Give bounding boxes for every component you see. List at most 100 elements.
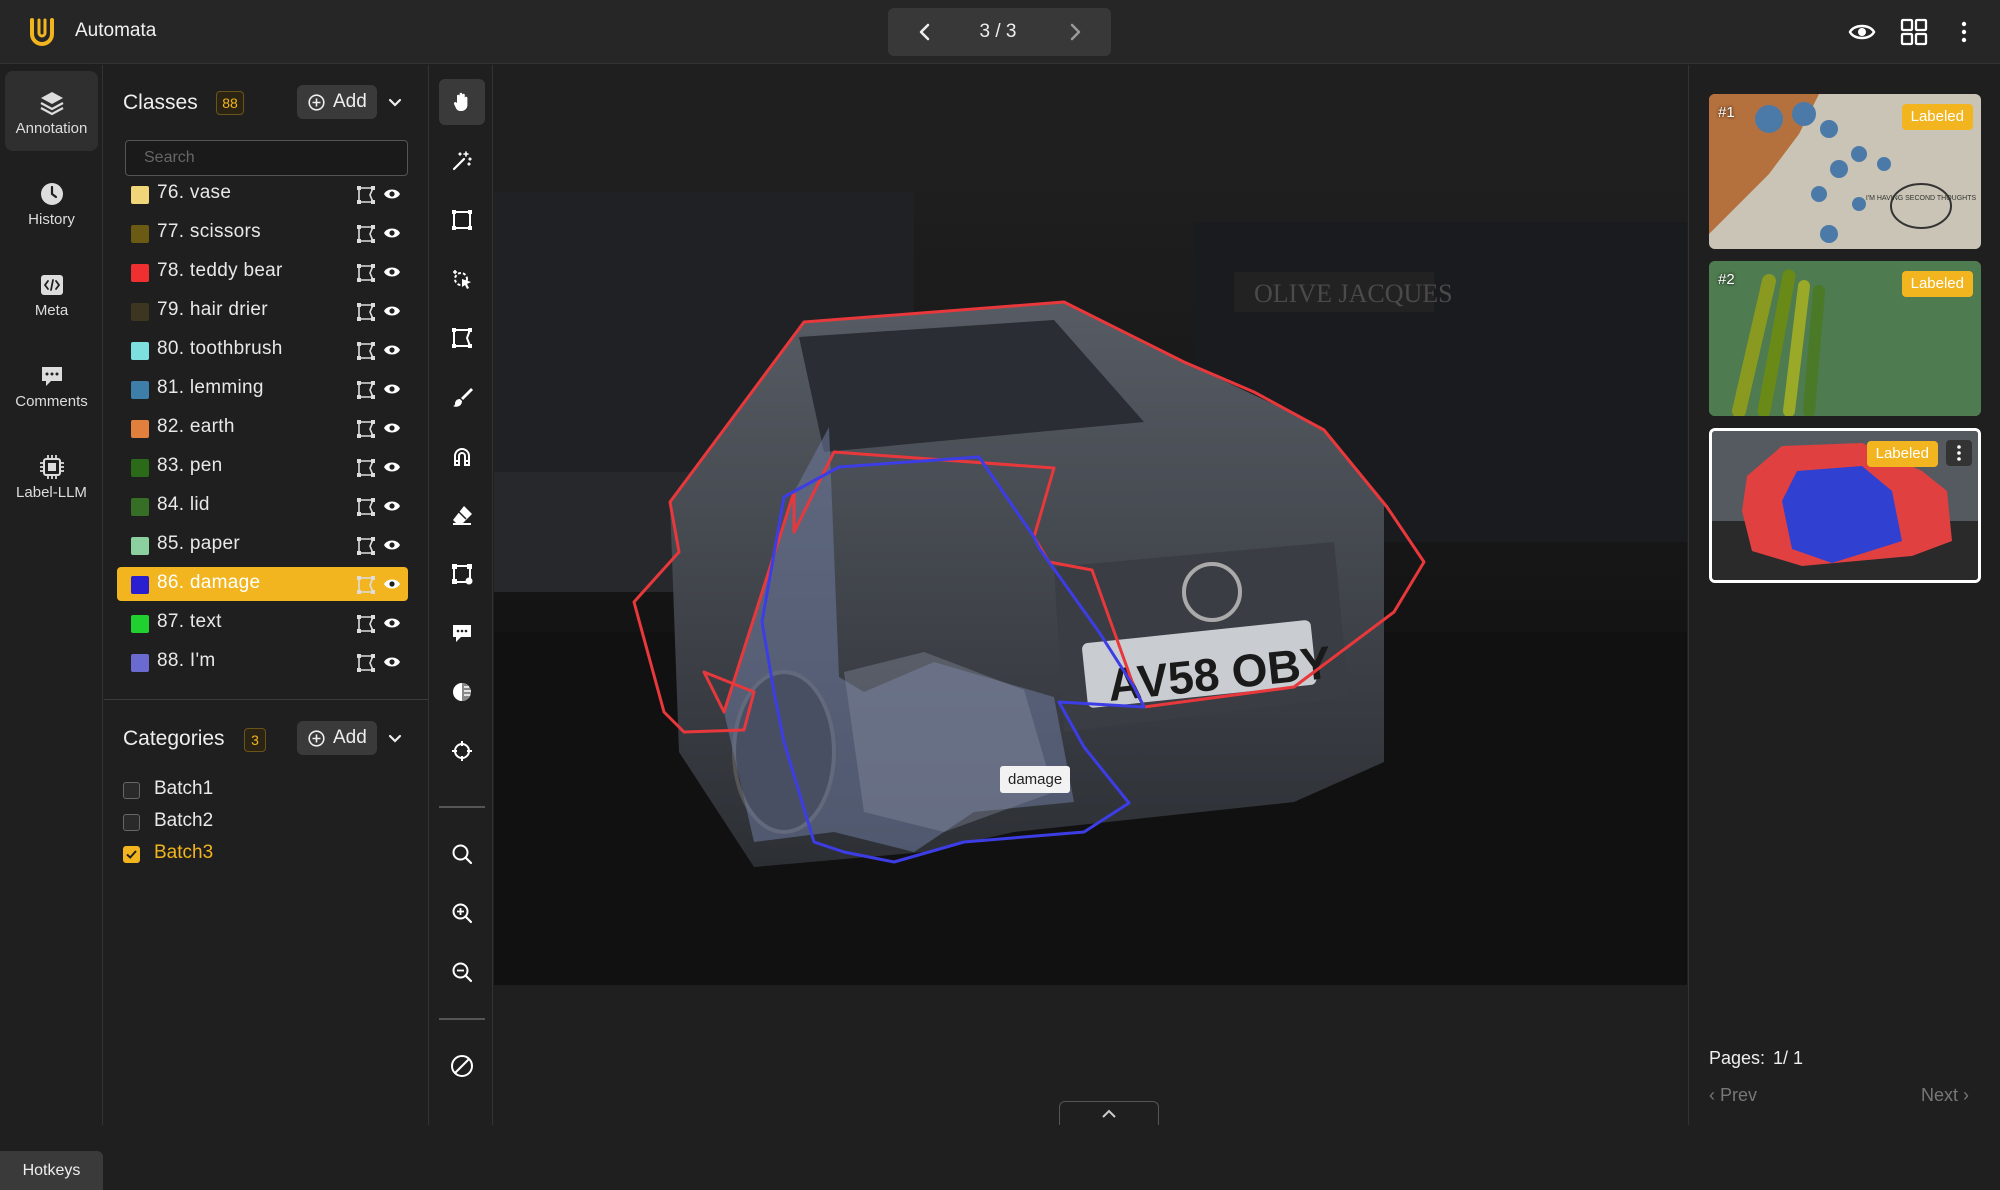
nav-label-llm[interactable]: Label-LLM <box>5 435 98 515</box>
nav-label: Annotation <box>15 120 88 137</box>
add-class-button[interactable]: Add <box>297 85 377 119</box>
eye-icon[interactable] <box>383 654 401 670</box>
annotated-image[interactable]: OLIVE JACQUES AV58 OBY damage <box>494 192 1687 985</box>
eye-icon[interactable] <box>383 225 401 241</box>
annotation-canvas[interactable]: OLIVE JACQUES AV58 OBY damage <box>494 65 1687 1125</box>
polygon-type-icon[interactable] <box>356 419 376 439</box>
magnet-tool[interactable] <box>439 433 485 479</box>
divider <box>104 699 429 700</box>
polygon-type-icon[interactable] <box>356 653 376 673</box>
class-item-lid[interactable]: 84. lid <box>117 489 408 523</box>
class-color-swatch <box>131 303 149 321</box>
nav-annotation[interactable]: Annotation <box>5 71 98 151</box>
nav-history[interactable]: History <box>5 162 98 242</box>
search-tool[interactable] <box>439 831 485 877</box>
prev-page-link[interactable]: ‹ Prev <box>1709 1085 1757 1106</box>
class-item-vase[interactable]: 76. vase <box>117 177 408 211</box>
prev-image-button[interactable] <box>914 21 936 43</box>
class-label: 88. I'm <box>157 650 216 671</box>
eye-icon[interactable] <box>383 615 401 631</box>
eye-icon[interactable] <box>1848 18 1876 46</box>
polygon-type-icon[interactable] <box>356 185 376 205</box>
polygon-type-icon[interactable] <box>356 536 376 556</box>
class-item-paper[interactable]: 85. paper <box>117 528 408 562</box>
eye-icon[interactable] <box>383 303 401 319</box>
eye-icon[interactable] <box>383 381 401 397</box>
eye-icon[interactable] <box>383 420 401 436</box>
thumbnail-3-selected[interactable]: Labeled <box>1709 428 1981 583</box>
comment-tool[interactable] <box>439 610 485 656</box>
pan-tool[interactable] <box>439 79 485 125</box>
smart-select-tool[interactable] <box>439 256 485 302</box>
class-item-text[interactable]: 87. text <box>117 606 408 640</box>
add-category-button[interactable]: Add <box>297 721 377 755</box>
layers-icon <box>39 92 64 116</box>
zoom-out-tool[interactable] <box>439 949 485 995</box>
class-search-input[interactable] <box>125 140 408 176</box>
chevron-down-icon[interactable] <box>387 731 403 747</box>
category-checkbox-checked[interactable] <box>123 846 140 863</box>
polygon-type-icon[interactable] <box>356 575 376 595</box>
eye-icon[interactable] <box>383 576 401 592</box>
chevron-down-icon[interactable] <box>387 95 403 111</box>
polygon-type-icon[interactable] <box>356 263 376 283</box>
clear-tool[interactable] <box>439 1042 485 1088</box>
next-page-link[interactable]: Next › <box>1921 1085 1969 1106</box>
polygon-tool[interactable] <box>439 315 485 361</box>
class-item-teddy-bear[interactable]: 78. teddy bear <box>117 255 408 289</box>
classes-count-badge: 88 <box>216 91 244 115</box>
hotkeys-button[interactable]: Hotkeys <box>0 1151 103 1190</box>
eye-icon[interactable] <box>383 498 401 514</box>
class-item-lemming[interactable]: 81. lemming <box>117 372 408 406</box>
class-item-hair-drier[interactable]: 79. hair drier <box>117 294 408 328</box>
eraser-tool[interactable] <box>439 492 485 538</box>
polygon-type-icon[interactable] <box>356 497 376 517</box>
polygon-type-icon[interactable] <box>356 380 376 400</box>
class-item-i-m[interactable]: 88. I'm <box>117 645 408 679</box>
eye-icon[interactable] <box>383 264 401 280</box>
class-item-toothbrush[interactable]: 80. toothbrush <box>117 333 408 367</box>
crosshair-tool[interactable] <box>439 728 485 774</box>
zoom-in-icon <box>452 903 473 924</box>
eye-icon[interactable] <box>383 537 401 553</box>
class-item-damage[interactable]: 86. damage <box>117 567 408 601</box>
labeled-badge: Labeled <box>1866 441 1938 467</box>
category-checkbox[interactable] <box>123 814 140 831</box>
polygon-type-icon[interactable] <box>356 458 376 478</box>
magic-wand-tool[interactable] <box>439 138 485 184</box>
thumbnail-2[interactable]: #2 Labeled <box>1709 261 1981 416</box>
keypoints-icon <box>452 564 473 585</box>
class-item-earth[interactable]: 82. earth <box>117 411 408 445</box>
nav-label: Meta <box>34 302 69 319</box>
polygon-type-icon[interactable] <box>356 614 376 634</box>
keypoints-tool[interactable] <box>439 551 485 597</box>
nav-comments[interactable]: Comments <box>5 344 98 424</box>
class-label: 83. pen <box>157 455 223 476</box>
eye-icon[interactable] <box>383 342 401 358</box>
class-item-pen[interactable]: 83. pen <box>117 450 408 484</box>
class-color-swatch <box>131 342 149 360</box>
next-image-button[interactable] <box>1064 21 1086 43</box>
bounding-box-tool[interactable] <box>439 197 485 243</box>
collapse-panel-button[interactable] <box>1059 1101 1159 1125</box>
thumbnail-menu-button[interactable] <box>1946 440 1972 466</box>
class-item-scissors[interactable]: 77. scissors <box>117 216 408 250</box>
add-class-label: Add <box>333 91 367 112</box>
contrast-tool[interactable] <box>439 669 485 715</box>
polygon-type-icon[interactable] <box>356 341 376 361</box>
eye-icon[interactable] <box>383 186 401 202</box>
polygon-type-icon[interactable] <box>356 302 376 322</box>
brush-tool[interactable] <box>439 374 485 420</box>
toolbar-divider <box>439 1018 485 1020</box>
category-label: Batch3 <box>154 842 214 863</box>
polygon-type-icon[interactable] <box>356 224 376 244</box>
more-vertical-icon[interactable] <box>1952 18 1976 46</box>
eye-icon[interactable] <box>383 459 401 475</box>
class-color-swatch <box>131 381 149 399</box>
thumbnail-1[interactable]: I'M HAVING SECOND THOUGHTS #1 Labeled <box>1709 94 1981 249</box>
grid-view-icon[interactable] <box>1900 18 1928 46</box>
nav-meta[interactable]: Meta <box>5 253 98 333</box>
category-checkbox[interactable] <box>123 782 140 799</box>
nav-label: Label-LLM <box>16 484 87 501</box>
zoom-in-tool[interactable] <box>439 890 485 936</box>
